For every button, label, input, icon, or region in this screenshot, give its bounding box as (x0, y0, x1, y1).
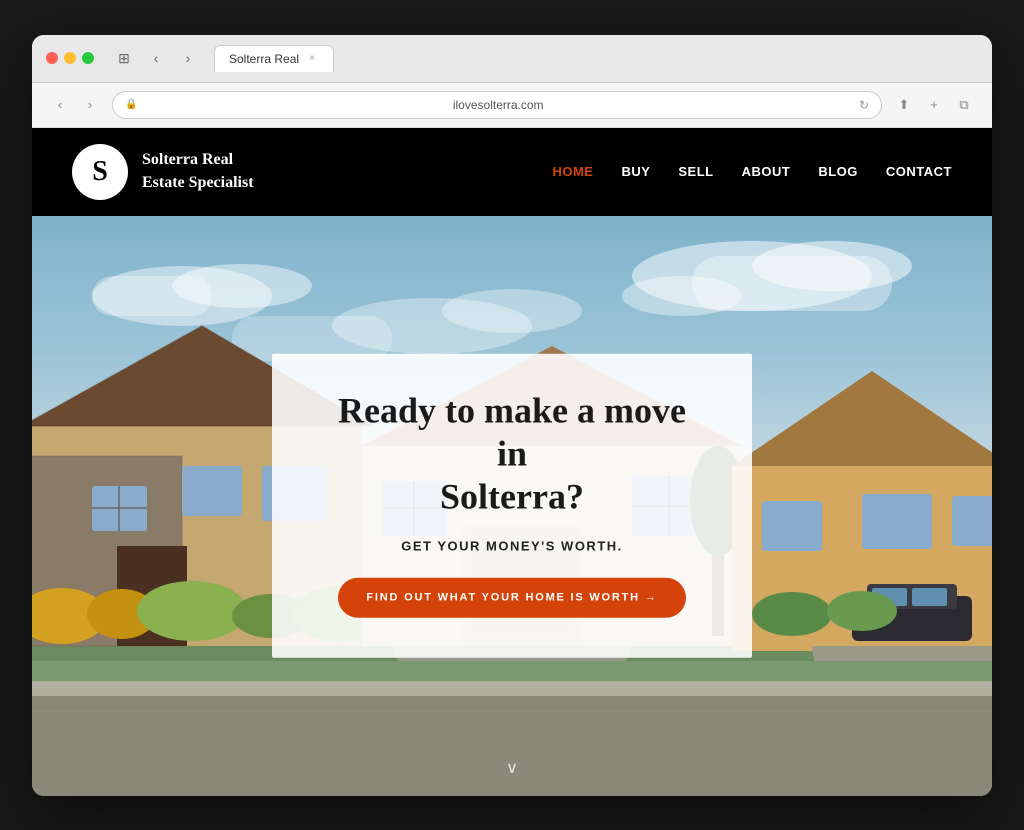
tab-close-button[interactable]: × (305, 52, 319, 66)
hero-content-box: Ready to make a move in Solterra? GET YO… (272, 353, 752, 658)
hero-subtitle: GET YOUR MONEY'S WORTH. (324, 539, 700, 554)
traffic-lights (46, 52, 94, 64)
share-button[interactable]: ⬆ (890, 91, 918, 119)
logo-text: Solterra Real Estate Specialist (142, 149, 254, 194)
nav-contact[interactable]: CONTACT (886, 164, 952, 179)
tab-title: Solterra Real (229, 52, 299, 66)
traffic-light-green[interactable] (82, 52, 94, 64)
hero-section: Ready to make a move in Solterra? GET YO… (32, 216, 992, 796)
logo-letter: S (92, 156, 108, 188)
active-tab[interactable]: Solterra Real × (214, 45, 334, 72)
nav-blog[interactable]: BLOG (818, 164, 858, 179)
browser-titlebar: ⊞ ‹ › Solterra Real × (46, 45, 978, 82)
toolbar-forward-button[interactable]: › (76, 91, 104, 119)
nav-sell[interactable]: SELL (678, 164, 713, 179)
nav-home[interactable]: HOME (552, 164, 593, 179)
browser-toolbar: ‹ › 🔒 ilovesolterra.com ↻ ⬆ + ⧉ (32, 83, 992, 128)
site-header: S Solterra Real Estate Specialist HOME B… (32, 128, 992, 216)
browser-window: ⊞ ‹ › Solterra Real × ‹ › 🔒 ilovesolterr… (32, 35, 992, 796)
traffic-light-yellow[interactable] (64, 52, 76, 64)
logo-circle: S (72, 144, 128, 200)
windows-button[interactable]: ⧉ (950, 91, 978, 119)
logo-line1: Solterra Real (142, 151, 233, 168)
browser-nav-buttons: ⊞ ‹ › (110, 46, 202, 70)
new-tab-button[interactable]: + (920, 91, 948, 119)
scroll-indicator[interactable]: ∨ (506, 758, 518, 778)
site-nav: HOME BUY SELL ABOUT BLOG CONTACT (552, 164, 952, 179)
website-content: S Solterra Real Estate Specialist HOME B… (32, 128, 992, 796)
browser-tabs: Solterra Real × (214, 45, 334, 72)
logo-area[interactable]: S Solterra Real Estate Specialist (72, 144, 254, 200)
traffic-light-red[interactable] (46, 52, 58, 64)
forward-button[interactable]: › (174, 46, 202, 70)
hero-cta-button[interactable]: FIND OUT WHAT YOUR HOME IS WORTH → (338, 578, 685, 618)
toolbar-actions: ⬆ + ⧉ (890, 91, 978, 119)
hero-title: Ready to make a move in Solterra? (324, 389, 700, 519)
nav-about[interactable]: ABOUT (742, 164, 791, 179)
lock-icon: 🔒 (125, 99, 137, 110)
toolbar-back-button[interactable]: ‹ (46, 91, 74, 119)
logo-line2: Estate Specialist (142, 174, 254, 191)
toolbar-nav: ‹ › (46, 91, 104, 119)
address-bar[interactable]: 🔒 ilovesolterra.com ↻ (112, 91, 882, 119)
back-button[interactable]: ‹ (142, 46, 170, 70)
sidebar-toggle-button[interactable]: ⊞ (110, 46, 138, 70)
browser-chrome: ⊞ ‹ › Solterra Real × (32, 35, 992, 83)
nav-buy[interactable]: BUY (621, 164, 650, 179)
url-text: ilovesolterra.com (143, 98, 852, 112)
reload-icon: ↻ (859, 98, 869, 112)
